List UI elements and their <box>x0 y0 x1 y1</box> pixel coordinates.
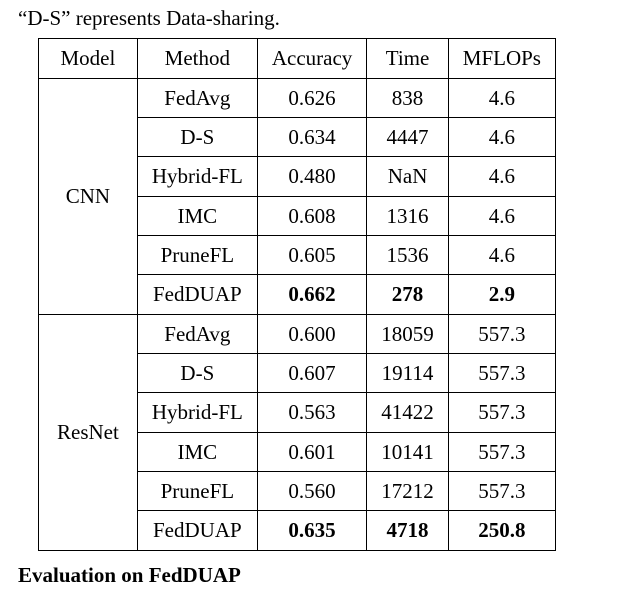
section-heading: Evaluation on FedDUAP <box>18 561 630 589</box>
mflops-cell: 557.3 <box>448 472 555 511</box>
method-cell: FedAvg <box>137 314 257 353</box>
time-cell: 278 <box>367 275 449 314</box>
method-cell: Hybrid-FL <box>137 393 257 432</box>
table-caption: “D-S” represents Data-sharing. <box>18 4 630 32</box>
col-time: Time <box>367 39 449 78</box>
table-header-row: Model Method Accuracy Time MFLOPs <box>39 39 556 78</box>
accuracy-cell: 0.563 <box>257 393 366 432</box>
accuracy-cell: 0.634 <box>257 118 366 157</box>
table-row: ResNetFedAvg0.60018059557.3 <box>39 314 556 353</box>
accuracy-cell: 0.605 <box>257 236 366 275</box>
accuracy-cell: 0.607 <box>257 354 366 393</box>
accuracy-cell: 0.608 <box>257 196 366 235</box>
method-cell: D-S <box>137 354 257 393</box>
time-cell: 41422 <box>367 393 449 432</box>
method-cell: PruneFL <box>137 472 257 511</box>
accuracy-cell: 0.601 <box>257 432 366 471</box>
mflops-cell: 4.6 <box>448 118 555 157</box>
accuracy-cell: 0.560 <box>257 472 366 511</box>
table-row: CNNFedAvg0.6268384.6 <box>39 78 556 117</box>
accuracy-cell: 0.480 <box>257 157 366 196</box>
model-cell: CNN <box>39 78 138 314</box>
mflops-cell: 557.3 <box>448 314 555 353</box>
table-body: CNNFedAvg0.6268384.6D-S0.63444474.6Hybri… <box>39 78 556 550</box>
mflops-cell: 557.3 <box>448 354 555 393</box>
col-method: Method <box>137 39 257 78</box>
method-cell: PruneFL <box>137 236 257 275</box>
col-accuracy: Accuracy <box>257 39 366 78</box>
mflops-cell: 557.3 <box>448 393 555 432</box>
table-header: Model Method Accuracy Time MFLOPs <box>39 39 556 78</box>
method-cell: IMC <box>137 196 257 235</box>
mflops-cell: 4.6 <box>448 78 555 117</box>
time-cell: 10141 <box>367 432 449 471</box>
results-table: Model Method Accuracy Time MFLOPs CNNFed… <box>38 38 556 550</box>
mflops-cell: 4.6 <box>448 196 555 235</box>
mflops-cell: 4.6 <box>448 236 555 275</box>
time-cell: 19114 <box>367 354 449 393</box>
method-cell: FedDUAP <box>137 275 257 314</box>
time-cell: 838 <box>367 78 449 117</box>
time-cell: 4718 <box>367 511 449 550</box>
col-model: Model <box>39 39 138 78</box>
page: “D-S” represents Data-sharing. Model Met… <box>0 0 640 589</box>
accuracy-cell: 0.626 <box>257 78 366 117</box>
method-cell: FedDUAP <box>137 511 257 550</box>
time-cell: 1316 <box>367 196 449 235</box>
col-mflops: MFLOPs <box>448 39 555 78</box>
time-cell: 18059 <box>367 314 449 353</box>
accuracy-cell: 0.635 <box>257 511 366 550</box>
method-cell: IMC <box>137 432 257 471</box>
mflops-cell: 557.3 <box>448 432 555 471</box>
method-cell: Hybrid-FL <box>137 157 257 196</box>
model-cell: ResNet <box>39 314 138 550</box>
accuracy-cell: 0.662 <box>257 275 366 314</box>
mflops-cell: 4.6 <box>448 157 555 196</box>
mflops-cell: 2.9 <box>448 275 555 314</box>
time-cell: NaN <box>367 157 449 196</box>
method-cell: FedAvg <box>137 78 257 117</box>
time-cell: 1536 <box>367 236 449 275</box>
time-cell: 17212 <box>367 472 449 511</box>
accuracy-cell: 0.600 <box>257 314 366 353</box>
time-cell: 4447 <box>367 118 449 157</box>
method-cell: D-S <box>137 118 257 157</box>
mflops-cell: 250.8 <box>448 511 555 550</box>
